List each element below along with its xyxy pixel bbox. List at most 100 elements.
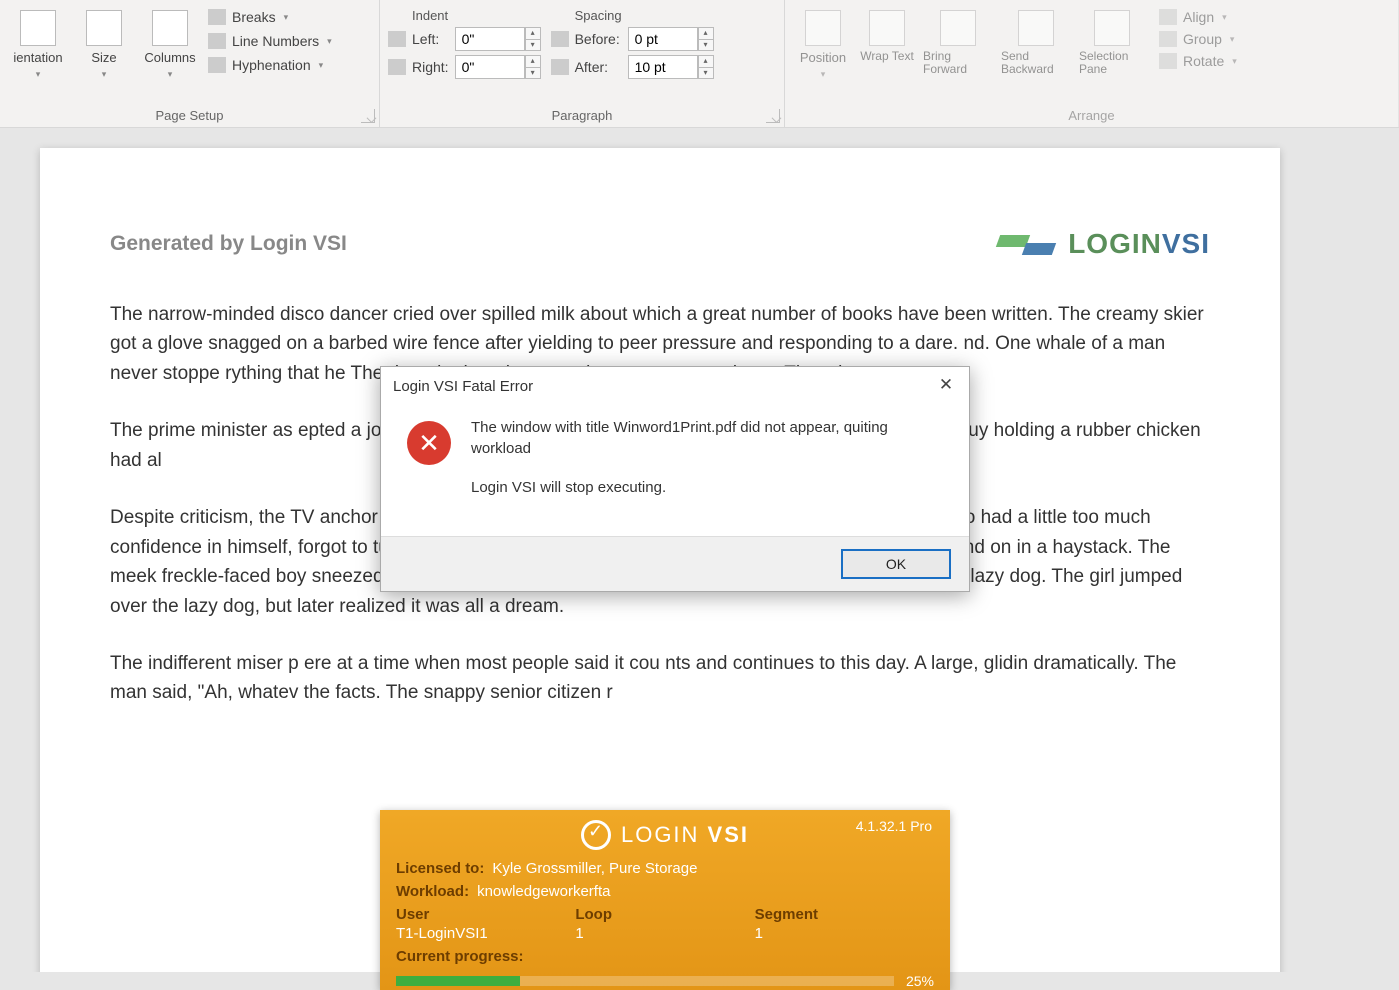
spin-up[interactable]: ▴ — [525, 55, 541, 67]
licensed-label: Licensed to: — [396, 860, 484, 877]
indent-heading: Indent — [412, 8, 449, 23]
error-icon: ✕ — [407, 421, 451, 465]
wrap-text-button[interactable]: Wrap Text — [857, 8, 917, 82]
vsi-brand: LOGIN VSI — [581, 820, 749, 850]
hyphenation-label: Hyphenation — [232, 57, 311, 73]
breaks-button[interactable]: Breaks ▾ — [206, 8, 334, 26]
line-numbers-label: Line Numbers — [232, 33, 319, 49]
segment-value: 1 — [755, 925, 934, 942]
page-setup-dialog-launcher[interactable] — [361, 109, 375, 123]
size-label: Size — [91, 50, 116, 65]
spacing-after-label: After: — [575, 59, 622, 75]
spin-up[interactable]: ▴ — [698, 27, 714, 39]
page-size-icon — [86, 10, 122, 46]
dialog-titlebar: Login VSI Fatal Error ✕ — [381, 367, 969, 403]
spin-up[interactable]: ▴ — [698, 55, 714, 67]
spin-up[interactable]: ▴ — [525, 27, 541, 39]
paragraph-dialog-launcher[interactable] — [766, 109, 780, 123]
indent-right-spinner[interactable]: ▴▾ — [455, 55, 545, 79]
chevron-down-icon: ▾ — [319, 60, 324, 71]
spacing-before-input[interactable] — [628, 27, 698, 51]
chevron-down-icon: ▾ — [168, 69, 173, 80]
indent-right-input[interactable] — [455, 55, 525, 79]
position-icon — [805, 10, 841, 46]
ok-button[interactable]: OK — [841, 549, 951, 579]
loop-label: Loop — [575, 906, 754, 923]
dialog-footer: OK — [381, 536, 969, 591]
chevron-down-icon: ▾ — [284, 12, 289, 23]
send-backward-icon — [1018, 10, 1054, 46]
chevron-down-icon: ▾ — [1222, 12, 1227, 23]
document-header: Generated by Login VSI LOGINVSI — [110, 228, 1210, 260]
line-numbers-button[interactable]: Line Numbers ▾ — [206, 32, 334, 50]
indent-left-icon — [388, 31, 406, 47]
workload-label: Workload: — [396, 883, 469, 900]
error-dialog: Login VSI Fatal Error ✕ ✕ The window wit… — [380, 366, 970, 592]
spin-down[interactable]: ▾ — [698, 67, 714, 79]
spin-down[interactable]: ▾ — [698, 39, 714, 51]
user-value: T1-LoginVSI1 — [396, 925, 575, 942]
group-label-paragraph: Paragraph — [388, 104, 776, 125]
progress-label: Current progress: — [396, 948, 524, 965]
spacing-before-label: Before: — [575, 31, 622, 47]
vsi-brand-2: VSI — [708, 822, 749, 847]
chevron-down-icon: ▾ — [821, 69, 826, 80]
ribbon: ientation ▾ Size ▾ Columns ▾ Breaks ▾ — [0, 0, 1399, 128]
loginvsi-logo: LOGINVSI — [998, 228, 1210, 260]
selection-label: Selection Pane — [1079, 50, 1145, 76]
paragraph-4: The indifferent miser p ere at a time wh… — [110, 649, 1210, 708]
indent-left-spinner[interactable]: ▴▾ — [455, 27, 545, 51]
indent-right-label: Right: — [412, 59, 449, 75]
align-label: Align — [1183, 9, 1214, 25]
group-page-setup: ientation ▾ Size ▾ Columns ▾ Breaks ▾ — [0, 0, 380, 127]
columns-label: Columns — [144, 50, 195, 65]
send-backward-button[interactable]: Send Backward — [999, 8, 1073, 82]
dialog-title-text: Login VSI Fatal Error — [393, 378, 533, 395]
indent-left-label: Left: — [412, 31, 449, 47]
user-label: User — [396, 906, 575, 923]
group-arrange: Position ▾ Wrap Text Bring Forward Send … — [785, 0, 1399, 127]
chevron-down-icon: ▾ — [102, 69, 107, 80]
bring-label: Bring Forward — [923, 50, 993, 76]
spacing-before-spinner[interactable]: ▴▾ — [628, 27, 718, 51]
line-numbers-icon — [208, 33, 226, 49]
group-button[interactable]: Group ▾ — [1157, 30, 1239, 48]
rotate-button[interactable]: Rotate ▾ — [1157, 52, 1239, 70]
orientation-button[interactable]: ientation ▾ — [8, 8, 68, 82]
wrap-text-icon — [869, 10, 905, 46]
columns-icon — [152, 10, 188, 46]
rotate-icon — [1159, 53, 1177, 69]
group-label-arrange: Arrange — [793, 104, 1390, 125]
rotate-label: Rotate — [1183, 53, 1224, 69]
selection-pane-button[interactable]: Selection Pane — [1077, 8, 1147, 82]
wrap-label: Wrap Text — [860, 50, 914, 63]
breaks-label: Breaks — [232, 9, 276, 25]
align-icon — [1159, 9, 1177, 25]
bring-forward-icon — [940, 10, 976, 46]
align-button[interactable]: Align ▾ — [1157, 8, 1239, 26]
chevron-down-icon: ▾ — [1230, 34, 1235, 45]
spacing-after-icon — [551, 59, 569, 75]
position-button[interactable]: Position ▾ — [793, 8, 853, 82]
dialog-close-button[interactable]: ✕ — [933, 375, 959, 397]
orientation-label: ientation — [13, 50, 62, 65]
loop-value: 1 — [575, 925, 754, 942]
columns-button[interactable]: Columns ▾ — [140, 8, 200, 82]
indent-right-icon — [388, 59, 406, 75]
selection-pane-icon — [1094, 10, 1130, 46]
hyphenation-button[interactable]: Hyphenation ▾ — [206, 56, 334, 74]
breaks-icon — [208, 9, 226, 25]
spin-down[interactable]: ▾ — [525, 67, 541, 79]
indent-left-input[interactable] — [455, 27, 525, 51]
spacing-before-icon — [551, 31, 569, 47]
hyphenation-icon — [208, 57, 226, 73]
group-label-page-setup: Page Setup — [8, 104, 371, 125]
licensed-value: Kyle Grossmiller, Pure Storage — [492, 860, 697, 877]
spacing-after-input[interactable] — [628, 55, 698, 79]
size-button[interactable]: Size ▾ — [74, 8, 134, 82]
segment-label: Segment — [755, 906, 934, 923]
spacing-after-spinner[interactable]: ▴▾ — [628, 55, 718, 79]
spin-down[interactable]: ▾ — [525, 39, 541, 51]
bring-forward-button[interactable]: Bring Forward — [921, 8, 995, 82]
generated-by-text: Generated by Login VSI — [110, 232, 347, 256]
